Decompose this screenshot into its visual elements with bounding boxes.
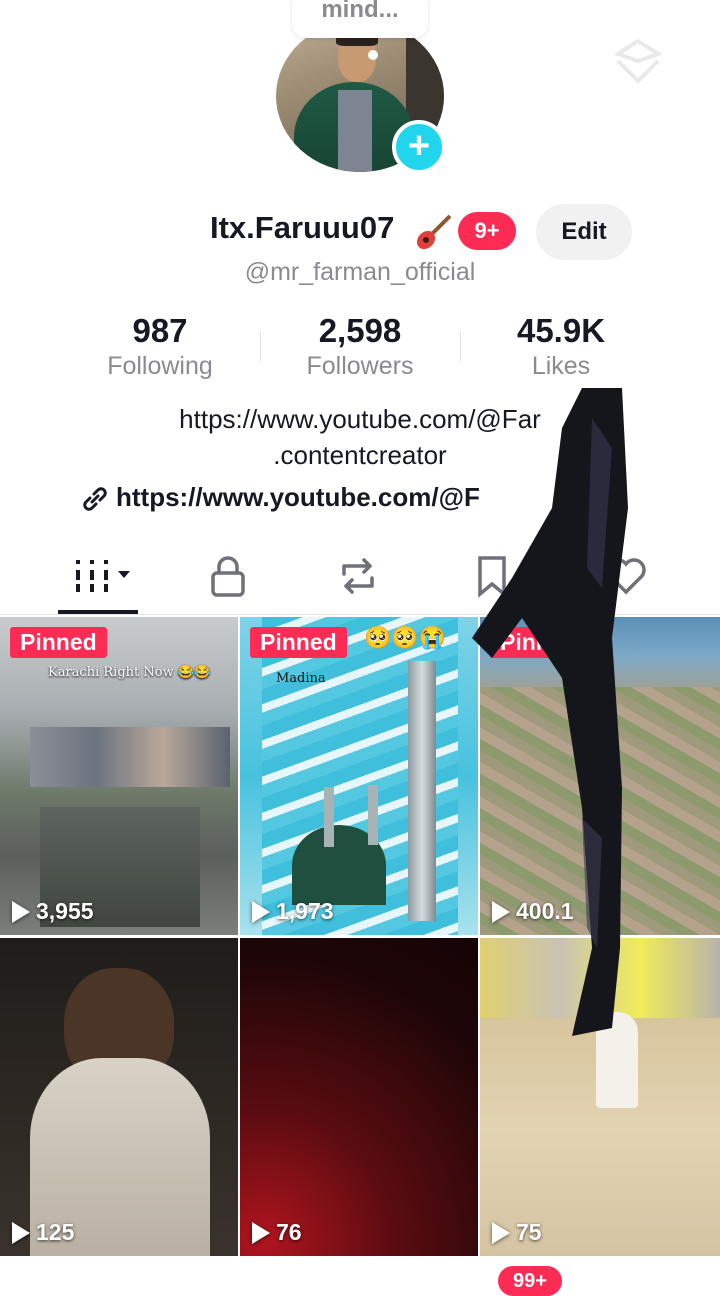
video-tile[interactable]: Pinned Karachi Right Now 😂😂 3,955	[0, 617, 238, 935]
video-tile[interactable]: Pinned 🥺🥺😭 Madina 1,973	[240, 617, 478, 935]
small-minaret	[368, 785, 378, 845]
repost-icon[interactable]	[336, 554, 380, 598]
stat-following[interactable]: 987 Following	[60, 312, 260, 381]
video-caption: Karachi Right Now 😂😂	[48, 665, 211, 680]
add-story-plus-icon[interactable]: +	[392, 120, 446, 174]
stat-following-label: Following	[107, 352, 213, 380]
bubble-dot	[368, 50, 378, 60]
view-count: 76	[252, 1219, 302, 1246]
video-tile[interactable]: 125	[0, 938, 238, 1256]
view-count: 75	[492, 1219, 542, 1246]
notification-badge[interactable]: 9+	[458, 212, 516, 250]
city-buildings	[30, 727, 230, 787]
play-icon	[12, 1221, 30, 1244]
play-icon	[12, 900, 30, 923]
emoji-caption: 🥺🥺😭	[364, 625, 447, 650]
view-count: 125	[12, 1219, 74, 1246]
play-icon	[492, 1221, 510, 1244]
overlay-figure-sticker	[472, 388, 628, 1036]
video-tile[interactable]: 76	[240, 938, 478, 1256]
lock-icon[interactable]	[206, 554, 250, 598]
stat-likes-label: Likes	[531, 352, 591, 380]
view-count: 3,955	[12, 898, 94, 925]
bio-link[interactable]: https://www.youtube.com/@F	[116, 482, 480, 513]
link-icon	[83, 487, 107, 511]
stat-likes-value: 45.9K	[516, 312, 606, 349]
pinned-badge: Pinned	[10, 627, 107, 658]
minaret	[408, 661, 436, 921]
avatar-shirt	[338, 90, 372, 172]
stat-following-value: 987	[132, 312, 188, 349]
username-handle: @mr_farman_official	[244, 258, 476, 286]
play-icon	[252, 900, 270, 923]
play-icon	[252, 1221, 270, 1244]
inbox-badge[interactable]: 99+	[498, 1266, 562, 1296]
watermark-logo-icon	[613, 38, 663, 84]
stat-followers[interactable]: 2,598 Followers	[260, 312, 460, 381]
status-bubble[interactable]: mind...	[292, 0, 428, 38]
video-caption: Madina	[276, 671, 326, 686]
view-count: 1,973	[252, 898, 334, 925]
small-minaret	[324, 787, 334, 847]
grid-icon[interactable]	[76, 554, 136, 598]
pinned-badge: Pinned	[250, 627, 347, 658]
edit-profile-button[interactable]: Edit	[536, 204, 632, 260]
stat-followers-value: 2,598	[318, 312, 402, 349]
stat-likes[interactable]: 45.9K Likes	[461, 312, 661, 381]
stat-followers-label: Followers	[306, 352, 414, 380]
display-name: Itx.Faruuu07	[210, 210, 395, 245]
bottom-nav-strip	[0, 1258, 720, 1280]
guitar-emoji-icon	[416, 214, 452, 250]
